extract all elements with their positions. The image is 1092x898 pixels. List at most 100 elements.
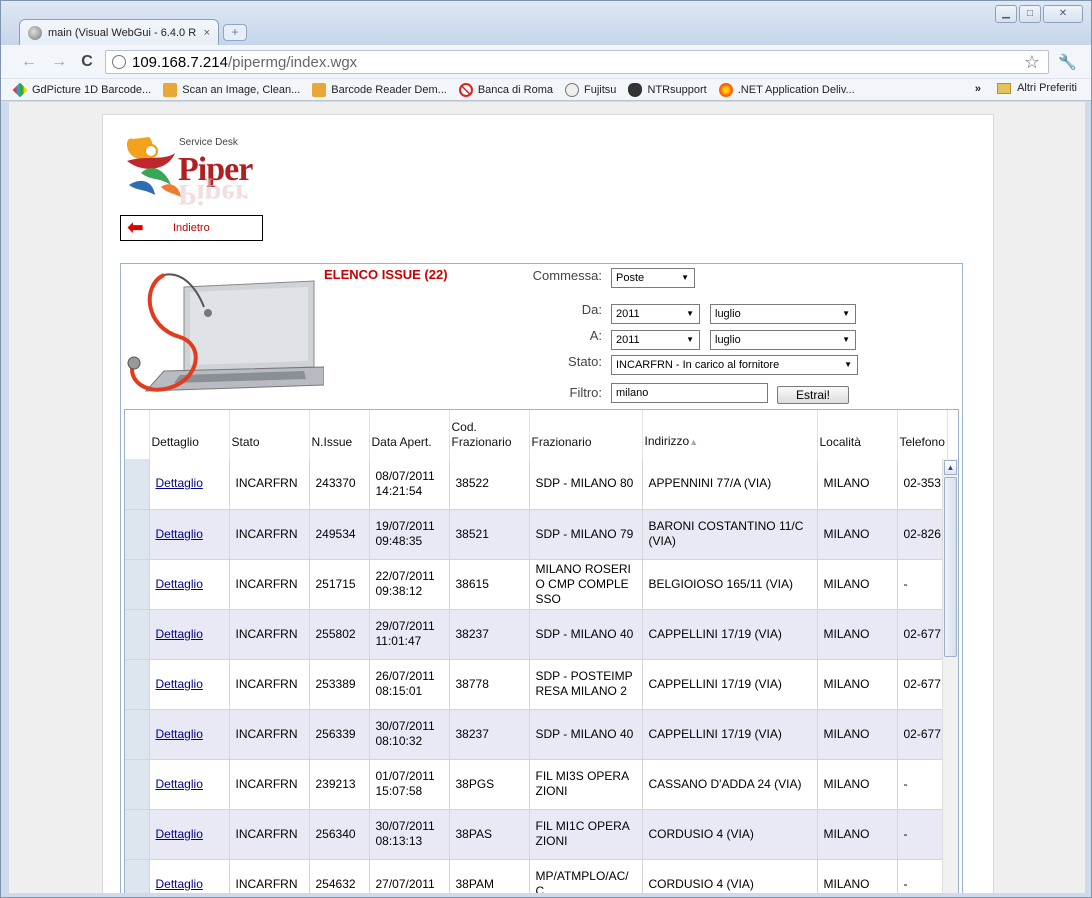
table-row[interactable]: Dettaglio INCARFRN 253389 26/07/2011 08:15:0… (125, 659, 948, 710)
chevron-down-icon: ▼ (842, 335, 850, 344)
column-header-n-issue[interactable]: N.Issue (309, 410, 370, 459)
row-selector[interactable] (125, 559, 150, 610)
row-selector[interactable] (125, 459, 150, 510)
cell-telefono: 02-353 (897, 459, 948, 510)
scan-icon (163, 82, 178, 97)
bookmark-label: NTRsupport (647, 83, 707, 96)
table-row[interactable]: Dettaglio INCARFRN 251715 22/07/2011 09:38:1… (125, 559, 948, 610)
tab-close-icon[interactable]: × (204, 27, 210, 39)
bookmark-item[interactable]: Fujitsu (565, 82, 616, 97)
commessa-value: Poste (616, 272, 645, 284)
column-header-frazionario[interactable]: Frazionario (529, 410, 643, 459)
scroll-up-icon[interactable]: ▲ (944, 460, 957, 475)
table-header-row: Dettaglio Stato N.Issue Data Apert. Cod.… (125, 410, 948, 459)
time-line: 09:38:12 (375, 584, 423, 598)
a-month-select[interactable]: luglio ▼ (710, 330, 856, 350)
address-bar[interactable]: 109.168.7.214/pipermg/index.wgx ☆ (105, 50, 1049, 74)
table-row[interactable]: Dettaglio INCARFRN 249534 19/07/2011 09:48:3… (125, 509, 948, 560)
da-year-select[interactable]: 2011 ▼ (611, 304, 700, 324)
estrai-button[interactable]: Estrai! (777, 386, 849, 404)
cell-dettaglio: Dettaglio (149, 709, 230, 760)
new-tab-button[interactable]: + (223, 24, 247, 41)
wrench-icon[interactable]: 🔧 (1058, 53, 1077, 71)
stato-select[interactable]: INCARFRN - In carico al fornitore ▼ (611, 355, 858, 375)
cell-frazionario: FIL MI1C OPERAZIONI (529, 809, 643, 860)
column-header-dettaglio[interactable]: Dettaglio (149, 410, 230, 459)
bookmark-star-icon[interactable]: ☆ (1024, 52, 1040, 73)
table-row[interactable]: Dettaglio INCARFRN 256340 30/07/2011 08:13:1… (125, 809, 948, 860)
scroll-thumb[interactable] (944, 477, 957, 657)
bookmark-item[interactable]: GdPicture 1D Barcode... (12, 82, 151, 97)
other-bookmarks[interactable]: Altri Preferiti (997, 82, 1077, 94)
table-row[interactable]: Dettaglio INCARFRN 243370 08/07/2011 14:21:5… (125, 459, 948, 510)
forward-arrow-icon[interactable]: → (49, 53, 69, 71)
column-header-indirizzo[interactable]: Indirizzo▲ (642, 410, 818, 459)
commessa-select[interactable]: Poste ▼ (611, 268, 695, 288)
dettaglio-link[interactable]: Dettaglio (156, 476, 203, 490)
cell-frazionario: FIL MI3S OPERAZIONI (529, 759, 643, 810)
column-header-data-apert[interactable]: Data Apert. (369, 410, 450, 459)
row-selector[interactable] (125, 859, 150, 893)
laptop-stethoscope-icon (124, 267, 324, 409)
back-arrow-icon[interactable]: ← (19, 53, 39, 71)
dettaglio-link[interactable]: Dettaglio (156, 827, 203, 841)
cell-frazionario: SDP - MILANO 40 (529, 709, 643, 760)
column-header-stato[interactable]: Stato (229, 410, 310, 459)
bookmark-item[interactable]: NTRsupport (628, 82, 707, 97)
dettaglio-link[interactable]: Dettaglio (156, 727, 203, 741)
chevron-down-icon: ▼ (842, 309, 850, 318)
row-selector[interactable] (125, 709, 150, 760)
filtro-input[interactable]: milano (611, 383, 768, 403)
date-line: 26/07/2011 (375, 669, 435, 683)
date-line: 29/07/2011 (375, 619, 435, 633)
cell-frazionario: MILANO ROSERIO CMP COMPLESSO (529, 559, 643, 610)
column-header-localita[interactable]: Località (817, 410, 898, 459)
gdpicture-icon (12, 82, 28, 97)
dettaglio-link[interactable]: Dettaglio (156, 527, 203, 541)
table-row[interactable]: Dettaglio INCARFRN 239213 01/07/2011 15:07:5… (125, 759, 948, 810)
title-bar: main (Visual WebGui - 6.4.0 R × + ▁ □ ✕ (1, 1, 1091, 45)
browser-tab[interactable]: main (Visual WebGui - 6.4.0 R × (19, 19, 219, 45)
back-button-label: Indietro (173, 222, 210, 234)
dettaglio-link[interactable]: Dettaglio (156, 777, 203, 791)
cell-n-issue: 251715 (309, 559, 370, 610)
bookmark-item[interactable]: .NET Application Deliv... (718, 82, 855, 97)
da-month-value: luglio (715, 308, 741, 320)
cell-indirizzo: CAPPELLINI 17/19 (VIA) (642, 709, 818, 760)
table-row[interactable]: Dettaglio INCARFRN 255802 29/07/2011 11:01:4… (125, 609, 948, 660)
bookmark-item[interactable]: Scan an Image, Clean... (163, 82, 300, 97)
dettaglio-link[interactable]: Dettaglio (156, 677, 203, 691)
a-year-select[interactable]: 2011 ▼ (611, 330, 700, 350)
cell-cod-frazionario: 38PAM (449, 859, 530, 893)
cell-stato: INCARFRN (229, 859, 310, 893)
dettaglio-link[interactable]: Dettaglio (156, 877, 203, 891)
cell-stato: INCARFRN (229, 459, 310, 510)
chevron-down-icon: ▼ (681, 273, 689, 282)
row-selector[interactable] (125, 659, 150, 710)
table-row[interactable]: Dettaglio INCARFRN 256339 30/07/2011 08:10:3… (125, 709, 948, 760)
issue-grid: Dettaglio Stato N.Issue Data Apert. Cod.… (124, 409, 959, 893)
row-selector[interactable] (125, 609, 150, 660)
bookmark-item[interactable]: Barcode Reader Dem... (312, 82, 447, 97)
row-selector[interactable] (125, 509, 150, 560)
close-window-icon[interactable]: ✕ (1043, 5, 1083, 23)
cell-stato: INCARFRN (229, 809, 310, 860)
url-path: /pipermg/index.wgx (227, 53, 358, 71)
back-button[interactable]: ⬅ Indietro (120, 215, 263, 241)
bookmarks-more-chevron-icon[interactable]: » (975, 83, 981, 95)
minimize-icon[interactable]: ▁ (995, 5, 1017, 23)
table-row[interactable]: Dettaglio INCARFRN 254632 27/07/2011 38PAM MP… (125, 859, 948, 893)
column-header-cod-frazionario[interactable]: Cod. Frazionario (449, 410, 530, 459)
maximize-icon[interactable]: □ (1019, 5, 1041, 23)
reload-icon[interactable]: C (77, 53, 97, 71)
row-selector[interactable] (125, 759, 150, 810)
bookmark-label: .NET Application Deliv... (737, 83, 855, 96)
dettaglio-link[interactable]: Dettaglio (156, 627, 203, 641)
dettaglio-link[interactable]: Dettaglio (156, 577, 203, 591)
bookmark-item[interactable]: Banca di Roma (458, 82, 553, 97)
column-header-telefono[interactable]: Telefono (897, 410, 948, 459)
vertical-scrollbar[interactable]: ▲ (942, 459, 958, 893)
row-selector[interactable] (125, 809, 150, 860)
da-month-select[interactable]: luglio ▼ (710, 304, 856, 324)
cell-stato: INCARFRN (229, 759, 310, 810)
